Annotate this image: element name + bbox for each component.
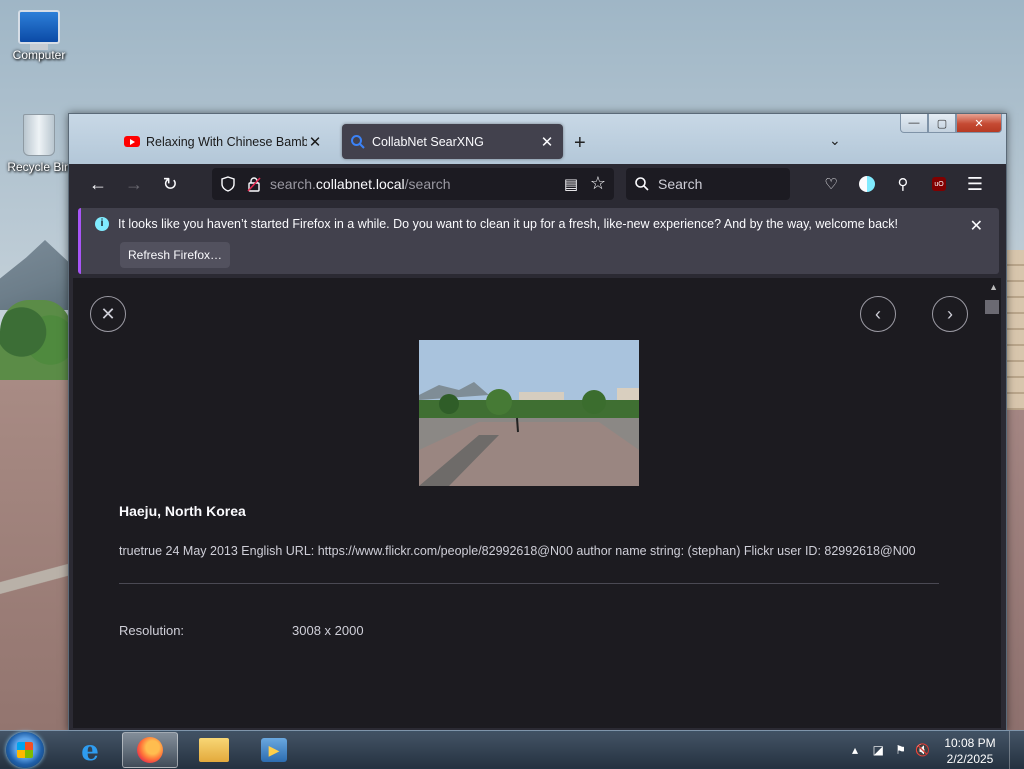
shield-icon[interactable]: [220, 176, 236, 192]
search-icon: [351, 134, 365, 149]
wallpaper-trees: [0, 300, 72, 380]
previous-chevron-icon[interactable]: ‹: [860, 296, 896, 332]
youtube-icon: [124, 136, 140, 147]
bookmark-star-icon[interactable]: ☆: [590, 173, 606, 194]
volume-muted-icon[interactable]: 🔇: [915, 743, 930, 757]
scrollbar-thumb[interactable]: [985, 300, 999, 314]
next-chevron-icon[interactable]: ›: [932, 296, 968, 332]
result-image[interactable]: [419, 340, 639, 486]
toolbar-right-icons: ♡ ⚲ uO ☰: [816, 169, 990, 199]
taskbar-media-player[interactable]: ▶: [246, 732, 302, 768]
computer-icon: [18, 10, 60, 50]
folder-icon: [199, 738, 229, 762]
action-center-flag-icon[interactable]: ⚑: [895, 743, 906, 757]
hamburger-menu-icon[interactable]: ☰: [960, 169, 990, 199]
tab-close-icon[interactable]: ✕: [539, 133, 555, 151]
clock-time: 10:08 PM: [944, 736, 996, 750]
search-bar[interactable]: Search: [626, 168, 790, 200]
url-bar[interactable]: search.collabnet.local/search ▤ ☆: [212, 168, 614, 200]
list-all-tabs-chevron-icon[interactable]: ⌄: [829, 132, 841, 149]
forward-arrow-icon[interactable]: →: [119, 169, 149, 199]
taskbar-internet-explorer[interactable]: e: [62, 732, 118, 768]
taskbar: e ▶ ▴ ◪ ⚑ 🔇 10:08 PM 2/2/2025: [0, 730, 1024, 769]
url-prefix: search.: [270, 176, 316, 192]
wallpaper-plaza-left: [0, 380, 72, 730]
url-path: /search: [404, 176, 451, 192]
notification-close-icon[interactable]: ✕: [970, 216, 983, 236]
page-content: ✕ ‹ › Haeju, North Korea truetrue 24 May…: [73, 278, 1001, 728]
navigation-toolbar: ← → ↻ search.collabnet.local/search ▤ ☆ …: [69, 164, 1006, 204]
new-tab-button[interactable]: +: [574, 132, 586, 155]
refresh-firefox-notification: i It looks like you haven’t started Fire…: [78, 208, 999, 274]
url-text[interactable]: search.collabnet.local/search: [270, 176, 451, 192]
media-player-icon: ▶: [261, 738, 287, 762]
pocket-icon[interactable]: ♡: [816, 169, 846, 199]
firefox-view-icon[interactable]: [852, 169, 882, 199]
search-icon: [635, 177, 649, 191]
desktop-icon-computer[interactable]: Computer: [0, 10, 78, 62]
close-detail-icon[interactable]: ✕: [90, 296, 126, 332]
ublock-origin-icon[interactable]: uO: [924, 169, 954, 199]
info-icon: i: [95, 217, 109, 231]
url-domain: collabnet.local: [315, 176, 405, 192]
scroll-up-icon[interactable]: ▲: [989, 282, 998, 292]
desktop-icon-label: Recycle Bin: [7, 160, 71, 174]
extensions-puzzle-icon[interactable]: ⚲: [888, 169, 918, 199]
reload-icon[interactable]: ↻: [155, 169, 185, 199]
desktop-icon-recycle-bin[interactable]: Recycle Bin: [0, 114, 78, 174]
taskbar-file-explorer[interactable]: [186, 732, 242, 768]
refresh-firefox-button[interactable]: Refresh Firefox…: [120, 242, 230, 268]
start-button[interactable]: [6, 732, 44, 768]
tab-searxng[interactable]: CollabNet SearXNG ✕: [342, 124, 563, 159]
taskbar-firefox[interactable]: [122, 732, 178, 768]
show-desktop-button[interactable]: [1009, 731, 1024, 769]
insecure-lock-icon[interactable]: [246, 176, 262, 192]
clock-date: 2/2/2025: [946, 752, 994, 766]
tab-bar: Relaxing With Chinese Bamboo ✕ CollabNet…: [69, 122, 1006, 164]
plaza-photo: [419, 340, 639, 486]
search-placeholder: Search: [658, 176, 703, 192]
reader-view-icon[interactable]: ▤: [564, 175, 578, 193]
tab-close-icon[interactable]: ✕: [307, 133, 323, 151]
notification-message: It looks like you haven’t started Firefo…: [118, 217, 899, 231]
system-clock[interactable]: 10:08 PM 2/2/2025: [942, 735, 998, 767]
desktop-icon-label: Computer: [12, 48, 66, 62]
recycle-bin-icon: [23, 114, 55, 156]
result-title: Haeju, North Korea: [119, 503, 246, 519]
tab-youtube[interactable]: Relaxing With Chinese Bamboo ✕: [116, 124, 331, 159]
firefox-window: — ▢ ✕ Relaxing With Chinese Bamboo ✕ Col…: [68, 113, 1007, 732]
internet-explorer-icon: e: [81, 733, 99, 767]
tab-label: CollabNet SearXNG: [372, 134, 484, 149]
divider: [119, 583, 939, 584]
show-hidden-icons-icon[interactable]: ▴: [852, 743, 858, 757]
result-description: truetrue 24 May 2013 English URL: https:…: [119, 544, 916, 558]
firefox-icon: [137, 737, 163, 763]
network-icon[interactable]: ◪: [873, 743, 884, 757]
resolution-value: 3008 x 2000: [292, 623, 364, 638]
tab-label: Relaxing With Chinese Bamboo: [146, 134, 307, 149]
resolution-label: Resolution:: [119, 623, 185, 638]
back-arrow-icon[interactable]: ←: [83, 169, 113, 199]
vertical-scrollbar[interactable]: ▲: [985, 278, 1001, 728]
window-frame: — ▢ ✕ Relaxing With Chinese Bamboo ✕ Col…: [69, 114, 1006, 164]
